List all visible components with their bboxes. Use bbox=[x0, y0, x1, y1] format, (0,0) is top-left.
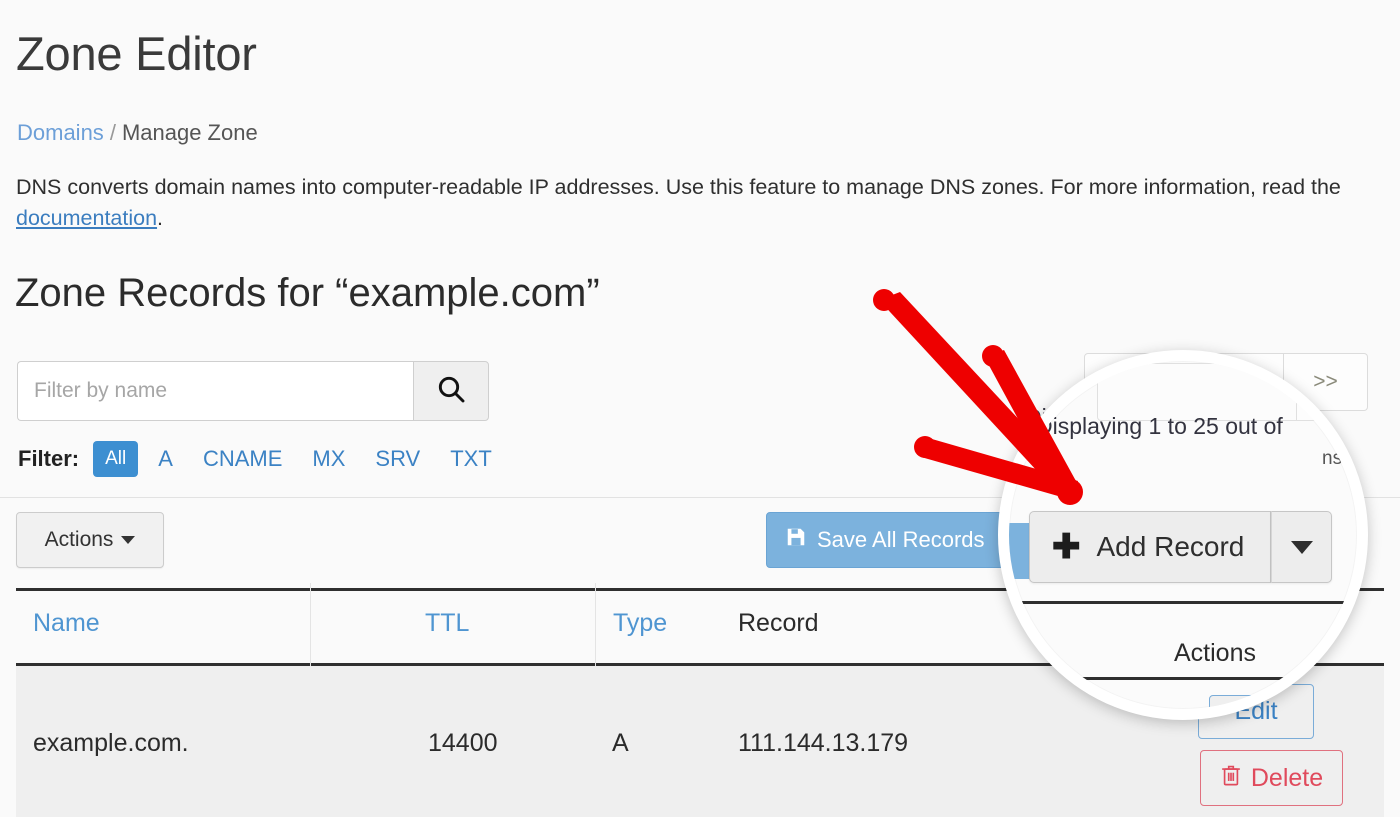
search-button[interactable] bbox=[413, 361, 489, 421]
actions-dropdown-label: Actions bbox=[44, 528, 114, 551]
intro-text-before: DNS converts domain names into computer-… bbox=[16, 175, 1341, 199]
column-header-ttl[interactable]: TTL bbox=[425, 609, 469, 638]
record-type-filter: Filter: All A CNAME MX SRV TXT bbox=[18, 440, 512, 478]
toolbar-divider bbox=[0, 497, 1400, 498]
filter-chip-all[interactable]: All bbox=[93, 441, 139, 477]
cell-name: example.com. bbox=[33, 729, 189, 757]
search-icon bbox=[435, 373, 467, 410]
save-all-records-button[interactable]: Save All Records bbox=[766, 512, 1024, 568]
delete-record-label: Delete bbox=[1250, 763, 1324, 792]
cell-type: A bbox=[612, 729, 629, 757]
documentation-link[interactable]: documentation bbox=[16, 206, 157, 230]
filter-search-group bbox=[17, 361, 489, 421]
add-record-label: Add Record bbox=[1085, 520, 1234, 551]
zone-editor-page: Zone Editor Domains / Manage Zone DNS conv… bbox=[0, 0, 1400, 817]
pagination-info: Displaying 1 to 25 out of bbox=[1025, 404, 1272, 430]
filter-chip-a[interactable]: A bbox=[148, 443, 183, 475]
page-title: Zone Editor bbox=[16, 27, 257, 80]
add-record-button[interactable]: ✚ Add Record bbox=[1018, 500, 1261, 572]
intro-paragraph: DNS converts domain names into computer-… bbox=[16, 172, 1346, 233]
zoomed-table-rule bbox=[1009, 601, 1357, 604]
breadcrumb-link-domains[interactable]: Domains bbox=[17, 120, 104, 145]
filter-chip-txt[interactable]: TXT bbox=[440, 443, 502, 475]
chevron-down-icon bbox=[121, 536, 136, 544]
floppy-disk-icon bbox=[785, 526, 807, 554]
table-row bbox=[16, 666, 1384, 817]
save-all-records-label: Save All Records bbox=[817, 527, 985, 552]
intro-text-after: . bbox=[157, 205, 164, 230]
edit-record-button[interactable]: Edit bbox=[1198, 684, 1314, 739]
column-header-type[interactable]: Type bbox=[613, 609, 667, 638]
cell-record: 111.144.13.179 bbox=[738, 729, 909, 757]
pagination-page-input[interactable] bbox=[1084, 353, 1284, 411]
breadcrumb: Domains / Manage Zone bbox=[17, 120, 258, 146]
column-header-name[interactable]: Name bbox=[33, 609, 100, 638]
column-header-record: Record bbox=[738, 609, 819, 637]
filter-chip-cname[interactable]: CNAME bbox=[193, 443, 292, 475]
search-input[interactable] bbox=[17, 361, 413, 421]
pagination-info-tail: ns bbox=[1310, 438, 1331, 459]
zone-records-title: Zone Records for “example.com” bbox=[15, 271, 600, 315]
pagination-controls: >> bbox=[1084, 353, 1368, 411]
table-header-top-rule bbox=[16, 588, 1384, 591]
add-record-split-button: ✚ Add Record bbox=[1018, 500, 1322, 572]
trash-icon bbox=[1220, 763, 1242, 794]
filter-chip-mx[interactable]: MX bbox=[302, 443, 355, 475]
actions-dropdown-button[interactable]: Actions bbox=[16, 512, 164, 568]
breadcrumb-current: Manage Zone bbox=[121, 120, 258, 145]
chevron-down-icon bbox=[1279, 529, 1302, 543]
pagination-next-button[interactable]: >> bbox=[1284, 353, 1368, 411]
add-record-dropdown-toggle[interactable] bbox=[1260, 500, 1322, 572]
filter-label: Filter: bbox=[18, 446, 80, 471]
column-header-actions: Actions bbox=[1163, 609, 1245, 637]
breadcrumb-separator: / bbox=[109, 120, 116, 145]
plus-icon: ✚ bbox=[1041, 517, 1070, 555]
filter-chip-srv[interactable]: SRV bbox=[365, 443, 430, 475]
cell-ttl: 14400 bbox=[428, 729, 498, 757]
delete-record-button[interactable]: Delete bbox=[1200, 750, 1343, 806]
